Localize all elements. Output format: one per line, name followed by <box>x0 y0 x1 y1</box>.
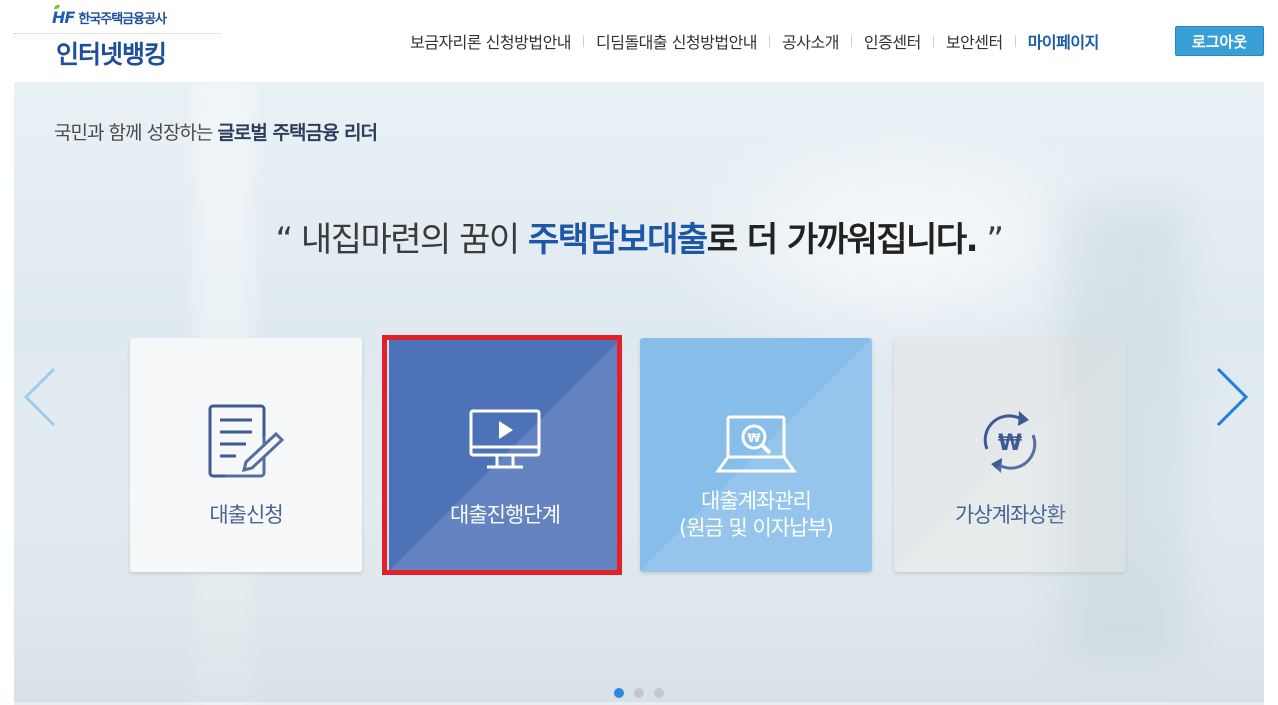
card-virtual-account-repayment[interactable]: ₩ 가상계좌상환 <box>894 338 1126 572</box>
card-label-line2: (원금 및 이자납부) <box>679 516 834 540</box>
nav-divider <box>583 35 585 47</box>
card-label: 가상계좌상환 <box>955 503 1066 527</box>
headline-highlight: 주택담보대출 <box>528 220 708 260</box>
monitor-play-icon <box>462 402 548 482</box>
card-label: 대출계좌관리 (원금 및 이자납부) <box>679 488 834 542</box>
laptop-won-search-icon: ₩ <box>713 404 799 484</box>
logout-button[interactable]: 로그아웃 <box>1175 26 1264 56</box>
carousel-prev-button[interactable] <box>22 367 58 427</box>
card-loan-application[interactable]: 대출신청 <box>130 338 362 572</box>
nav-divider <box>1014 35 1016 47</box>
slogan-bold: 글로벌 주택금융 리더 <box>217 122 378 144</box>
headline-open: “ 내집마련의 꿈이 <box>275 220 521 260</box>
carousel-pagination <box>614 688 664 698</box>
logo[interactable]: HF 한국주택금융공사 인터넷뱅킹 <box>14 4 220 72</box>
card-label-line1: 대출계좌관리 <box>701 489 812 513</box>
nav-item-mypage[interactable]: 마이페이지 <box>1028 29 1100 53</box>
card-loan-progress[interactable]: 대출진행단계 <box>389 338 621 572</box>
card-loan-account-management[interactable]: ₩ 대출계좌관리 (원금 및 이자납부) <box>640 338 872 572</box>
carousel-dot-1[interactable] <box>614 688 624 698</box>
nav-item-about[interactable]: 공사소개 <box>782 29 839 53</box>
headline: “ 내집마련의 꿈이 주택담보대출로 더 가까워집니다. ” <box>14 212 1264 261</box>
service-title: 인터넷뱅킹 <box>56 40 167 69</box>
headline-bold: 로 더 가까워집니다. <box>706 220 979 260</box>
document-pen-icon <box>203 402 289 482</box>
slogan-normal: 국민과 함께 성장하는 <box>54 122 213 144</box>
carousel-dot-3[interactable] <box>654 688 664 698</box>
carousel-next-button[interactable] <box>1214 367 1250 427</box>
chevron-left-icon <box>23 367 56 427</box>
hero-banner: 국민과 함께 성장하는 글로벌 주택금융 리더 “ 내집마련의 꿈이 주택담보대… <box>14 82 1264 705</box>
nav-item-security-center[interactable]: 보안센터 <box>946 29 1003 53</box>
svg-text:₩: ₩ <box>998 431 1022 456</box>
org-name: 한국주택금융공사 <box>78 11 167 27</box>
nav-divider <box>769 35 771 47</box>
nav-item-didimdol-guide[interactable]: 디딤돌대출 신청방법안내 <box>596 29 758 53</box>
hf-logo-icon: HF <box>52 4 75 27</box>
won-cycle-icon: ₩ <box>967 402 1053 482</box>
logo-top: HF 한국주택금융공사 <box>14 4 220 28</box>
chevron-right-icon <box>1216 367 1249 427</box>
nav-divider <box>850 35 852 47</box>
nav-divider <box>932 35 934 47</box>
svg-text:₩: ₩ <box>747 431 761 445</box>
headline-close: ” <box>986 220 1004 260</box>
slogan: 국민과 함께 성장하는 글로벌 주택금융 리더 <box>54 118 378 145</box>
header: HF 한국주택금융공사 인터넷뱅킹 보금자리론 신청방법안내 디딤돌대출 신청방… <box>0 0 1278 82</box>
nav-item-cert-center[interactable]: 인증센터 <box>864 29 921 53</box>
logo-divider <box>14 33 220 34</box>
carousel-dot-2[interactable] <box>634 688 644 698</box>
card-label: 대출진행단계 <box>450 503 561 527</box>
nav-item-bogeumjari-guide[interactable]: 보금자리론 신청방법안내 <box>410 29 572 53</box>
main-nav: 보금자리론 신청방법안내 디딤돌대출 신청방법안내 공사소개 인증센터 보안센터… <box>410 30 1099 52</box>
card-label: 대출신청 <box>209 503 283 527</box>
